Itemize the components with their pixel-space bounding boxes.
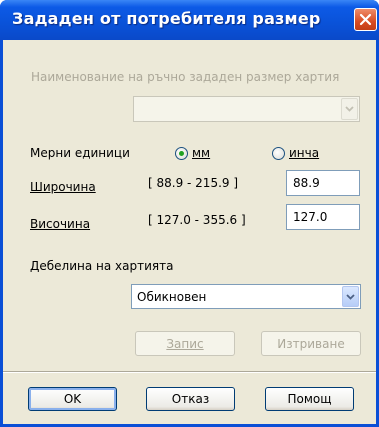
units-inch-label[interactable]: инча [289, 146, 319, 160]
units-mm-radio[interactable] [175, 147, 188, 160]
thickness-dropdown-button[interactable] [342, 286, 359, 307]
cancel-button-label: Отказ [171, 392, 210, 406]
units-inch-text: инча [289, 146, 320, 160]
close-icon [359, 13, 372, 26]
units-inch-radio[interactable] [272, 147, 285, 160]
dialog-window: Зададен от потребителя размер Наименован… [0, 0, 379, 427]
width-input[interactable] [287, 171, 359, 195]
width-range: [ 88.9 - 215.9 ] [148, 176, 239, 190]
ok-button-label: OK [63, 392, 82, 406]
paper-name-combo[interactable] [133, 96, 360, 122]
chevron-down-icon [345, 106, 354, 112]
footer-divider [3, 371, 376, 373]
thickness-value: Обикновен [137, 290, 207, 304]
thickness-combo[interactable]: Обикновен [131, 284, 361, 309]
width-field[interactable] [286, 170, 360, 196]
units-label: Мерни единици [30, 146, 130, 160]
delete-button[interactable]: Изтриване [261, 331, 361, 356]
help-button-label: Помощ [287, 392, 332, 406]
height-label: Височина [30, 217, 90, 231]
width-label-text: Широчина [30, 180, 96, 194]
units-mm-text: мм [192, 146, 211, 160]
paper-name-dropdown-button[interactable] [341, 98, 358, 120]
save-button-label: Запис [166, 336, 204, 351]
dialog-body: Наименование на ръчно зададен размер хар… [3, 40, 376, 424]
units-mm-label[interactable]: мм [192, 146, 210, 160]
save-button[interactable]: Запис [135, 331, 235, 356]
cancel-button[interactable]: Отказ [146, 387, 235, 411]
thickness-label: Дебелина на хартията [30, 259, 174, 273]
height-input[interactable] [287, 205, 359, 229]
radio-selected-dot [179, 151, 184, 156]
width-label: Широчина [30, 180, 96, 194]
paper-name-label: Наименование на ръчно зададен размер хар… [31, 70, 340, 84]
ok-button[interactable]: OK [28, 387, 117, 411]
delete-button-label: Изтриване [277, 336, 345, 351]
help-button[interactable]: Помощ [265, 387, 354, 411]
window-title: Зададен от потребителя размер [12, 9, 321, 28]
height-field[interactable] [286, 204, 360, 230]
height-label-text: Височина [30, 217, 91, 231]
height-range: [ 127.0 - 355.6 ] [148, 213, 246, 227]
chevron-down-icon [346, 293, 355, 300]
title-bar[interactable]: Зададен от потребителя размер [0, 0, 379, 40]
close-button[interactable] [354, 8, 377, 31]
